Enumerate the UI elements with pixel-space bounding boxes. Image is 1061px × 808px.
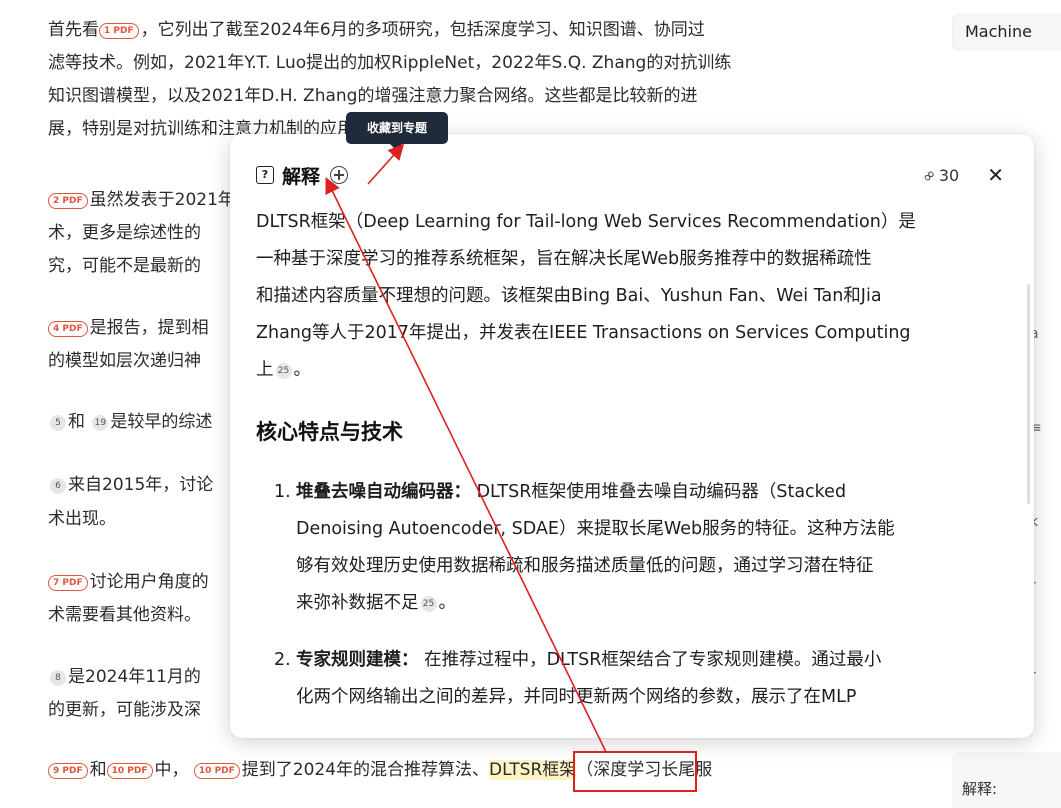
explanation-popup: ? 解释 ∞ 30 ✕ DLTSR框架（Deep Learning for Ta… — [230, 134, 1034, 738]
machine-chip[interactable]: Machine — [952, 14, 1061, 50]
article-line: 滤等技术。例如，2021年Y.T. Luo提出的加权RippleNet，2022… — [48, 53, 732, 73]
article-line: 9 PDF 和 10 PDF 中， 10 PDF 提到了2024年的混合推荐算法、DLT… — [48, 754, 868, 787]
citation-badge[interactable]: 10 PDF — [106, 763, 153, 779]
article-line: 首先看 1 PDF ，它列出了截至2024年6月的多项研究，包括深度学习、知识图谱、… — [48, 20, 705, 40]
list-number: 2. — [274, 650, 291, 670]
link-icon[interactable]: ∞ — [917, 164, 940, 187]
popup-body: DLTSR框架（Deep Learning for Tail-long Web … — [256, 204, 1008, 389]
reference-dot[interactable]: 6 — [50, 478, 66, 494]
list-number: 1. — [274, 482, 291, 502]
body-line: DLTSR框架（Deep Learning for Tail-long Web … — [256, 212, 916, 232]
article-line: 知识图谱模型，以及2021年D.H. Zhang的增强注意力聚合网络。这些都是比… — [48, 86, 698, 106]
citation-badge[interactable]: 2 PDF — [48, 193, 88, 209]
popup-title: 解释 — [282, 165, 321, 188]
reference-dot[interactable]: 25 — [420, 596, 437, 612]
body-line: 上 25。 — [256, 360, 311, 380]
citation-badge[interactable]: 4 PDF — [48, 321, 88, 337]
reference-dot[interactable]: 8 — [50, 670, 66, 686]
bookmark-tooltip: 收藏到专题 — [346, 112, 448, 150]
reference-dot[interactable]: 5 — [50, 415, 66, 431]
popup-actions: ∞ 30 ✕ — [917, 160, 1004, 190]
citation-badge[interactable]: 1 PDF — [99, 23, 139, 39]
highlighted-term[interactable]: DLTSR框架 — [489, 760, 577, 780]
list-line: 堆叠去噪自动编码器： DLTSR框架使用堆叠去噪自动编码器（Stacked — [296, 482, 847, 502]
explain-chip[interactable]: 解释: — [952, 752, 1061, 808]
popup-header: ? 解释 — [256, 160, 349, 190]
section-heading: 核心特点与技术 — [256, 420, 403, 444]
list-line: 来弥补数据不足 25。 — [296, 593, 456, 613]
list-line: 够有效处理历史使用数据稀疏和服务描述质量低的问题，通过学习潜在特征 — [296, 556, 874, 576]
citation-badge[interactable]: 10 PDF — [193, 763, 240, 779]
list-item: 1. 堆叠去噪自动编码器： DLTSR框架使用堆叠去噪自动编码器（Stacked… — [274, 474, 1006, 622]
list-line: Denoising Autoencoder, SDAE）来提取长尾Web服务的特… — [296, 519, 895, 539]
body-line: Zhang等人于2017年提出，并发表在IEEE Transactions on… — [256, 323, 911, 343]
close-icon[interactable]: ✕ — [987, 165, 1004, 185]
body-line: 一种基于深度学习的推荐系统框架，旨在解决长尾Web服务推荐中的数据稀疏性 — [256, 249, 872, 269]
citation-badge[interactable]: 9 PDF — [48, 763, 88, 779]
add-to-topic-icon[interactable] — [330, 166, 349, 184]
explain-chip-label: 解释: — [962, 780, 998, 798]
popup-scrollbar[interactable] — [1027, 284, 1030, 504]
list-line: 化两个网络输出之间的差异，并同时更新两个网络的参数，展示了在MLP — [296, 687, 857, 707]
list-line: 专家规则建模： 在推荐过程中，DLTSR框架结合了专家规则建模。通过最小 — [296, 650, 882, 670]
reference-dot[interactable]: 19 — [92, 415, 109, 431]
list-item: 2. 专家规则建模： 在推荐过程中，DLTSR框架结合了专家规则建模。通过最小 … — [274, 642, 1006, 716]
body-line: 和描述内容质量不理想的问题。该框架由Bing Bai、Yushun Fan、We… — [256, 286, 882, 306]
reference-dot[interactable]: 25 — [275, 363, 292, 379]
source-count[interactable]: 30 — [939, 166, 959, 185]
citation-badge[interactable]: 7 PDF — [48, 575, 88, 591]
question-icon: ? — [256, 166, 274, 184]
